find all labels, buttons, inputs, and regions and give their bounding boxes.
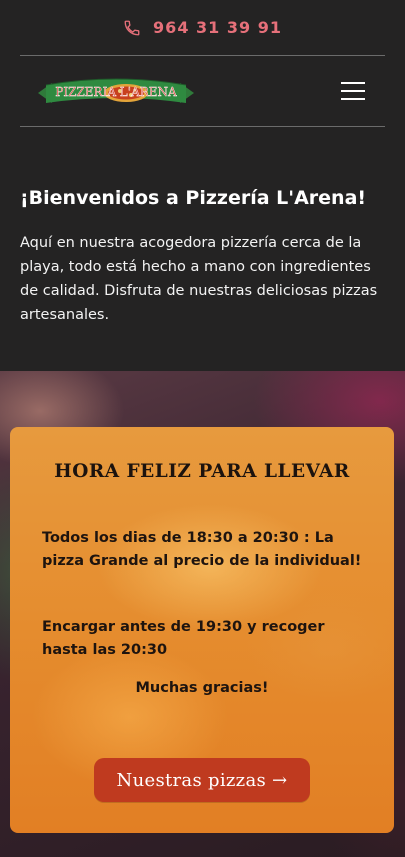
promo-order-info: Encargar antes de 19:30 y recoger hasta …: [42, 619, 325, 658]
welcome-section: ¡Bienvenidos a Pizzería L'Arena! Aquí en…: [0, 185, 405, 327]
phone-bar[interactable]: 964 31 39 91: [0, 0, 405, 55]
welcome-title: ¡Bienvenidos a Pizzería L'Arena!: [20, 187, 367, 209]
our-pizzas-button[interactable]: Nuestras pizzas →: [94, 758, 310, 802]
phone-number[interactable]: 964 31 39 91: [153, 18, 282, 37]
promo-card: HORA FELIZ PARA LLEVAR Todos los dias de…: [10, 427, 394, 833]
phone-icon: [124, 20, 140, 35]
promo-thanks: Muchas gracias!: [135, 680, 269, 696]
promo-hours: Todos los dias de 18:30 a 20:30 : La piz…: [42, 530, 362, 569]
divider-bottom: [20, 126, 385, 127]
promo-hero: HORA FELIZ PARA LLEVAR Todos los dias de…: [0, 371, 405, 857]
logo[interactable]: PIZZERIA L'ARENA: [36, 71, 196, 111]
menu-bar: [341, 82, 365, 84]
site-header: PIZZERIA L'ARENA: [0, 56, 405, 126]
menu-bar: [341, 98, 365, 100]
promo-title: HORA FELIZ PARA LLEVAR: [54, 461, 350, 482]
menu-bar: [341, 90, 365, 92]
svg-text:PIZZERIA L'ARENA: PIZZERIA L'ARENA: [55, 85, 177, 99]
hamburger-menu-icon[interactable]: [341, 82, 365, 100]
welcome-text: Aquí en nuestra acogedora pizzería cerca…: [20, 235, 378, 323]
